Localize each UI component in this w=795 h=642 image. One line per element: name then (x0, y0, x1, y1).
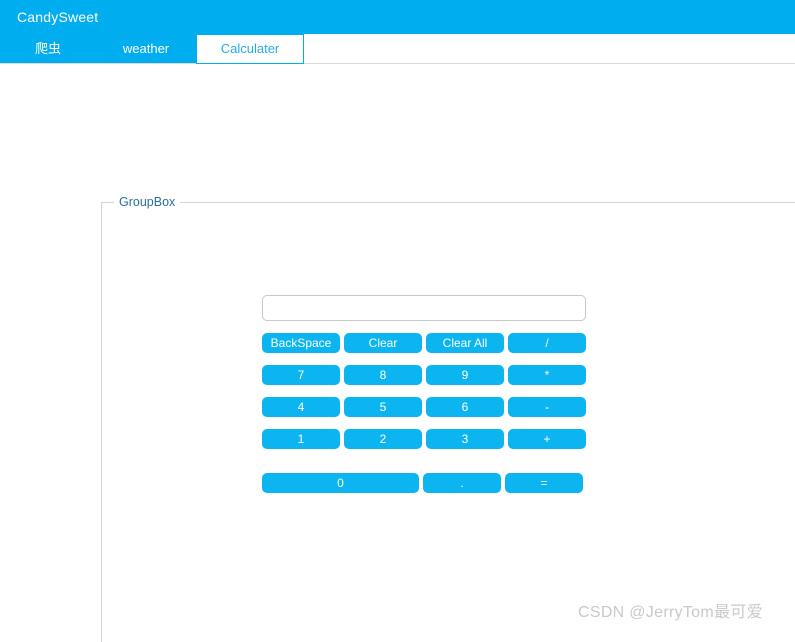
calculator-row-123: 1 2 3 + (262, 429, 586, 449)
button-8[interactable]: 8 (344, 365, 422, 385)
groupbox-label: GroupBox (114, 194, 181, 210)
button-backspace[interactable]: BackSpace (262, 333, 340, 353)
calculator-panel: BackSpace Clear Clear All / 7 8 9 * 4 5 … (262, 295, 586, 493)
button-plus[interactable]: + (508, 429, 586, 449)
button-2[interactable]: 2 (344, 429, 422, 449)
button-6[interactable]: 6 (426, 397, 504, 417)
calculator-row-functions: BackSpace Clear Clear All / (262, 333, 586, 353)
app-header: CandySweet (0, 0, 795, 34)
button-decimal-point[interactable]: . (423, 473, 501, 493)
tab-crawler[interactable]: 爬虫 (8, 34, 88, 63)
button-4[interactable]: 4 (262, 397, 340, 417)
tab-weather[interactable]: weather (100, 34, 192, 63)
button-7[interactable]: 7 (262, 365, 340, 385)
button-divide[interactable]: / (508, 333, 586, 353)
calculator-row-zero: 0 . = (262, 473, 586, 493)
button-clear-all[interactable]: Clear All (426, 333, 504, 353)
app-title: CandySweet (17, 9, 99, 25)
button-1[interactable]: 1 (262, 429, 340, 449)
button-minus[interactable]: - (508, 397, 586, 417)
tab-calculater[interactable]: Calculater (196, 34, 304, 64)
button-0[interactable]: 0 (262, 473, 419, 493)
button-5[interactable]: 5 (344, 397, 422, 417)
button-3[interactable]: 3 (426, 429, 504, 449)
calculator-row-456: 4 5 6 - (262, 397, 586, 417)
button-clear[interactable]: Clear (344, 333, 422, 353)
calculator-display-input[interactable] (262, 295, 586, 321)
button-multiply[interactable]: * (508, 365, 586, 385)
calculator-row-789: 7 8 9 * (262, 365, 586, 385)
button-equals[interactable]: = (505, 473, 583, 493)
tab-bar: 爬虫 weather Calculater (0, 34, 795, 64)
watermark: CSDN @JerryTom最可爱 (578, 604, 763, 621)
button-9[interactable]: 9 (426, 365, 504, 385)
